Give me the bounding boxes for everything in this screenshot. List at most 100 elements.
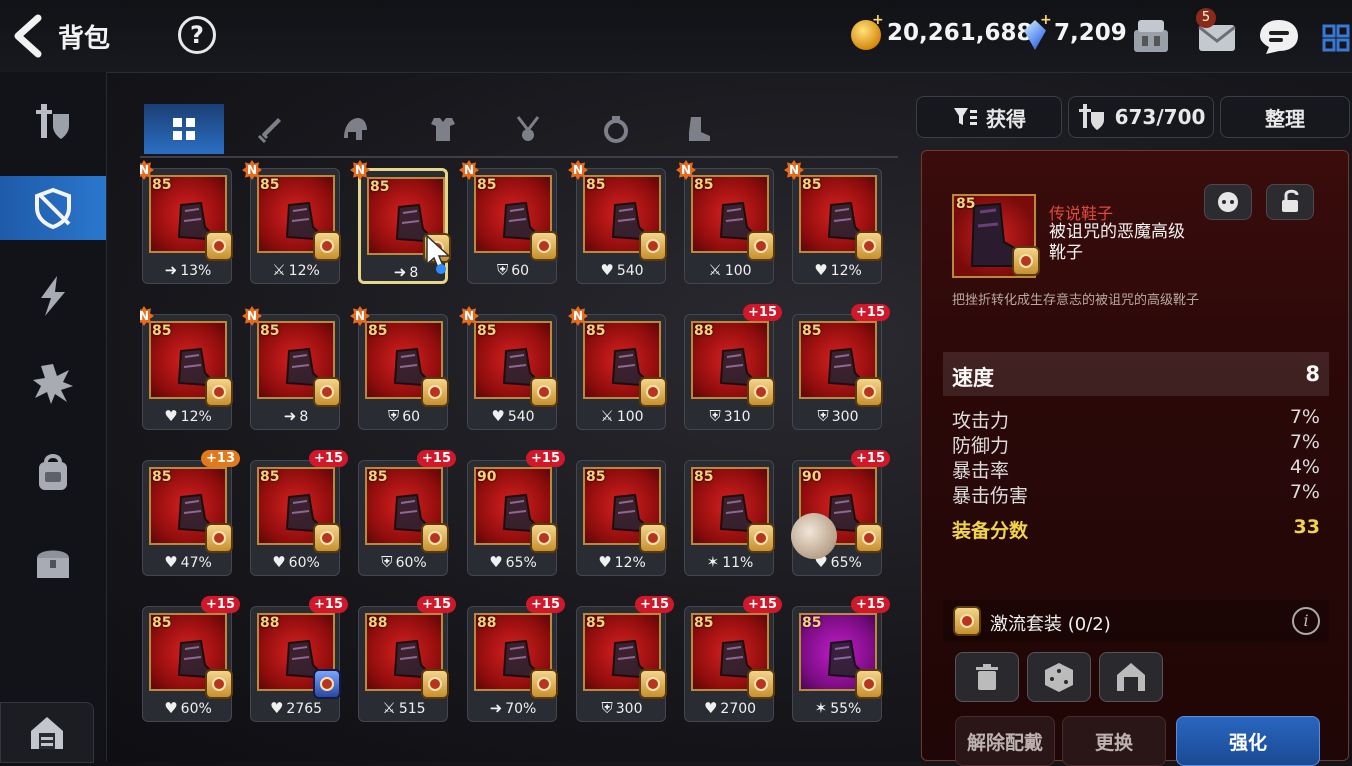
item-stat-value: 515: [398, 701, 426, 717]
item-stat-value: 60%: [180, 701, 212, 717]
dice-icon: [1045, 663, 1073, 692]
item-level: 88: [368, 615, 388, 631]
set-icon: [855, 231, 883, 261]
inventory-item[interactable]: 85 ♥ 12% N: [140, 306, 236, 432]
tab-all[interactable]: [144, 104, 224, 154]
organize-button[interactable]: 整理: [1220, 96, 1350, 138]
item-card: 88 ⛨ 310: [684, 314, 775, 430]
item-stat-value: 100: [724, 263, 752, 279]
sidebar-item-hero-equip[interactable]: [0, 90, 106, 154]
enhance-level-badge: +15: [201, 596, 240, 613]
inventory-item[interactable]: 85 ⛨ 60 N: [350, 306, 452, 432]
defense-icon: ⛨: [709, 407, 721, 425]
defense-icon: ⛨: [817, 407, 829, 425]
grid-icon: [173, 118, 195, 140]
sidebar-item-material[interactable]: [0, 440, 106, 504]
speed-icon: ➜: [393, 263, 407, 281]
chat-icon[interactable]: [1258, 16, 1300, 56]
inventory-item[interactable]: 85 ♥ 47% +13: [140, 450, 240, 578]
item-main-stat: ♥ 12%: [577, 553, 667, 571]
sidebar-item-chest[interactable]: [0, 530, 106, 594]
storage-button[interactable]: [0, 702, 94, 763]
menu-grid-icon[interactable]: [1318, 16, 1352, 56]
health-icon: ♥: [598, 553, 612, 571]
item-card: 85 ⛨ 60: [358, 314, 449, 430]
sub-stat-row: 攻击力 7%: [952, 406, 1320, 433]
inventory-item[interactable]: 85 ⛨ 300 +15: [574, 596, 674, 724]
item-level: 85: [477, 177, 497, 193]
storage-house-icon: [31, 716, 63, 749]
tab-helmet[interactable]: [315, 104, 395, 154]
item-level: 88: [477, 615, 497, 631]
share-button[interactable]: [1204, 184, 1252, 220]
inventory-item[interactable]: 85 ♥ 2700 +15: [682, 596, 782, 724]
set-icon: [313, 523, 341, 553]
shop-icon[interactable]: [1130, 16, 1172, 56]
inventory-item[interactable]: 85 ✶ 55% +15: [790, 596, 890, 724]
armor-icon: [431, 118, 455, 141]
inventory-item[interactable]: 85 ♥ 60% +15: [140, 596, 240, 724]
inventory-item[interactable]: 85 ⛨ 60 N: [459, 160, 561, 286]
sidebar-item-catalyst[interactable]: [0, 352, 106, 416]
lock-button[interactable]: [1266, 184, 1314, 220]
inventory-item[interactable]: 85 ♥ 540 N: [459, 306, 561, 432]
tab-ring[interactable]: [576, 104, 656, 154]
defense-icon: ⛨: [496, 261, 509, 279]
inventory-item[interactable]: 88 ⚔ 515 +15: [356, 596, 456, 724]
item-card: 88 ⚔ 515: [358, 606, 449, 722]
inventory-item[interactable]: 85 ➜ 8 N: [242, 306, 344, 432]
inventory-item[interactable]: 88 ➜ 70% +15: [465, 596, 565, 724]
unequip-button[interactable]: 解除配戴: [955, 716, 1055, 766]
enhance-level-badge: +15: [417, 450, 456, 467]
enhance-level-badge: +15: [309, 596, 348, 613]
tab-boots[interactable]: [658, 104, 738, 154]
item-main-stat: ➜ 70%: [468, 699, 558, 717]
inventory-item[interactable]: 85 ⚔ 100 N: [676, 160, 778, 286]
item-level: 85: [586, 323, 606, 339]
sidebar-item-artifact[interactable]: [0, 264, 106, 328]
item-stat-value: 2700: [720, 701, 757, 717]
sort-filter-button[interactable]: 获得: [916, 96, 1062, 138]
sidebar-item-equipment[interactable]: [0, 176, 106, 240]
trash-icon: [976, 664, 998, 690]
inventory-item[interactable]: 88 ♥ 2765 +15: [248, 596, 348, 724]
inventory-item[interactable]: 85 ♥ 60% +15: [248, 450, 348, 578]
tab-weapon[interactable]: [230, 104, 310, 154]
set-icon: [747, 231, 775, 261]
item-main-stat: ⚔ 515: [359, 699, 449, 717]
inventory-item[interactable]: 85 ⛨ 60% +15: [356, 450, 456, 578]
sub-stat-value: 4%: [1289, 456, 1320, 478]
inventory-item[interactable]: 85 ♥ 12% N: [784, 160, 886, 286]
inventory-item[interactable]: 85 ⚔ 100 N: [568, 306, 670, 432]
extract-button[interactable]: [1027, 652, 1091, 702]
inventory-item[interactable]: 85 ⛨ 300 +15: [790, 304, 890, 432]
inventory-item[interactable]: 85 ♥ 12%: [574, 452, 670, 578]
inventory-item[interactable]: 90 ♥ 65% +15: [465, 450, 565, 578]
tab-armor[interactable]: [403, 104, 483, 154]
back-arrow-icon[interactable]: [8, 14, 48, 58]
help-icon[interactable]: ?: [178, 16, 216, 54]
item-card: 85 ♥ 12%: [792, 168, 883, 284]
inventory-item[interactable]: 85 ⚔ 12% N: [242, 160, 344, 286]
set-icon: [953, 606, 981, 636]
sell-button[interactable]: [955, 652, 1019, 702]
capacity-count: 673/700: [1114, 105, 1206, 129]
add-gold-icon[interactable]: +: [872, 12, 884, 28]
inventory-item[interactable]: 85 ➜ 13% N: [140, 160, 236, 286]
tab-necklace[interactable]: [488, 104, 568, 154]
inventory-item[interactable]: 85 ♥ 540 N: [568, 160, 670, 286]
item-level: 90: [477, 469, 497, 485]
chat-bubble-icon: [1218, 192, 1238, 212]
add-gem-icon[interactable]: +: [1040, 12, 1052, 28]
set-icon: [205, 231, 233, 261]
attack-icon: ⚔: [708, 261, 722, 279]
inventory-item[interactable]: 85 ✶ 11%: [682, 452, 778, 578]
store-button[interactable]: [1099, 652, 1163, 702]
enhance-button[interactable]: 强化: [1176, 716, 1320, 766]
info-icon[interactable]: i: [1292, 607, 1320, 635]
enhance-level-badge: +15: [851, 304, 890, 321]
item-stat-value: 540: [616, 263, 644, 279]
inventory-item[interactable]: 88 ⛨ 310 +15: [682, 304, 782, 432]
capacity-button[interactable]: 673/700: [1068, 96, 1214, 138]
swap-button[interactable]: 更换: [1062, 716, 1166, 766]
